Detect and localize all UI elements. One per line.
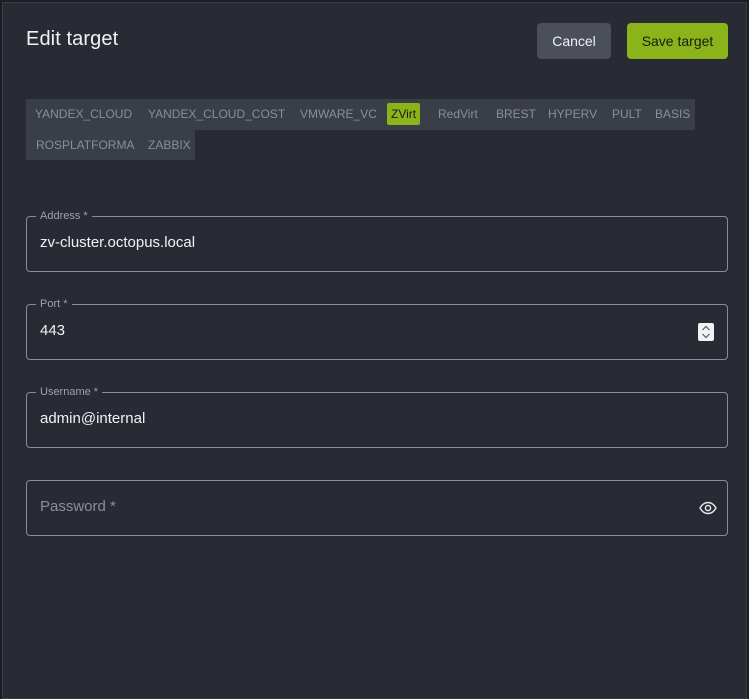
password-field[interactable]: Password *: [26, 480, 728, 536]
address-field[interactable]: Address * zv-cluster.octopus.local: [26, 209, 728, 272]
tab-yandex-cloud-cost[interactable]: YANDEX_CLOUD_COST: [144, 103, 289, 125]
cancel-button[interactable]: Cancel: [537, 23, 611, 59]
eye-icon[interactable]: [699, 501, 717, 515]
username-input[interactable]: admin@internal: [40, 410, 145, 427]
tab-pult[interactable]: PULT: [608, 103, 646, 125]
edit-target-dialog: Edit target Cancel Save target YANDEX_CL…: [2, 2, 747, 699]
tab-brest[interactable]: BREST: [492, 103, 540, 125]
username-label: Username *: [36, 385, 103, 399]
username-field[interactable]: Username * admin@internal: [26, 385, 728, 448]
port-input[interactable]: 443: [40, 322, 65, 339]
tab-yandex-cloud[interactable]: YANDEX_CLOUD: [31, 103, 136, 125]
port-field[interactable]: Port * 443: [26, 297, 728, 360]
port-label: Port *: [36, 297, 72, 311]
address-label: Address *: [36, 209, 92, 223]
address-input[interactable]: zv-cluster.octopus.local: [40, 234, 195, 251]
tab-rosplatforma[interactable]: ROSPLATFORMA: [32, 134, 138, 156]
dialog-title: Edit target: [26, 28, 119, 50]
tab-basis[interactable]: BASIS: [651, 103, 694, 125]
tab-zabbix[interactable]: ZABBIX: [144, 134, 195, 156]
dialog-header: Edit target Cancel Save target: [3, 3, 746, 83]
tab-redvirt[interactable]: RedVirt: [434, 103, 482, 125]
number-spinner-icon[interactable]: [698, 323, 714, 341]
tab-bar-spacer: [195, 130, 695, 160]
tab-hyperv[interactable]: HYPERV: [544, 103, 601, 125]
password-input[interactable]: Password *: [40, 498, 116, 515]
tab-vmware-vc[interactable]: VMWARE_VC: [296, 103, 381, 125]
tab-zvirt[interactable]: ZVirt: [387, 103, 421, 125]
save-target-button[interactable]: Save target: [627, 23, 728, 59]
